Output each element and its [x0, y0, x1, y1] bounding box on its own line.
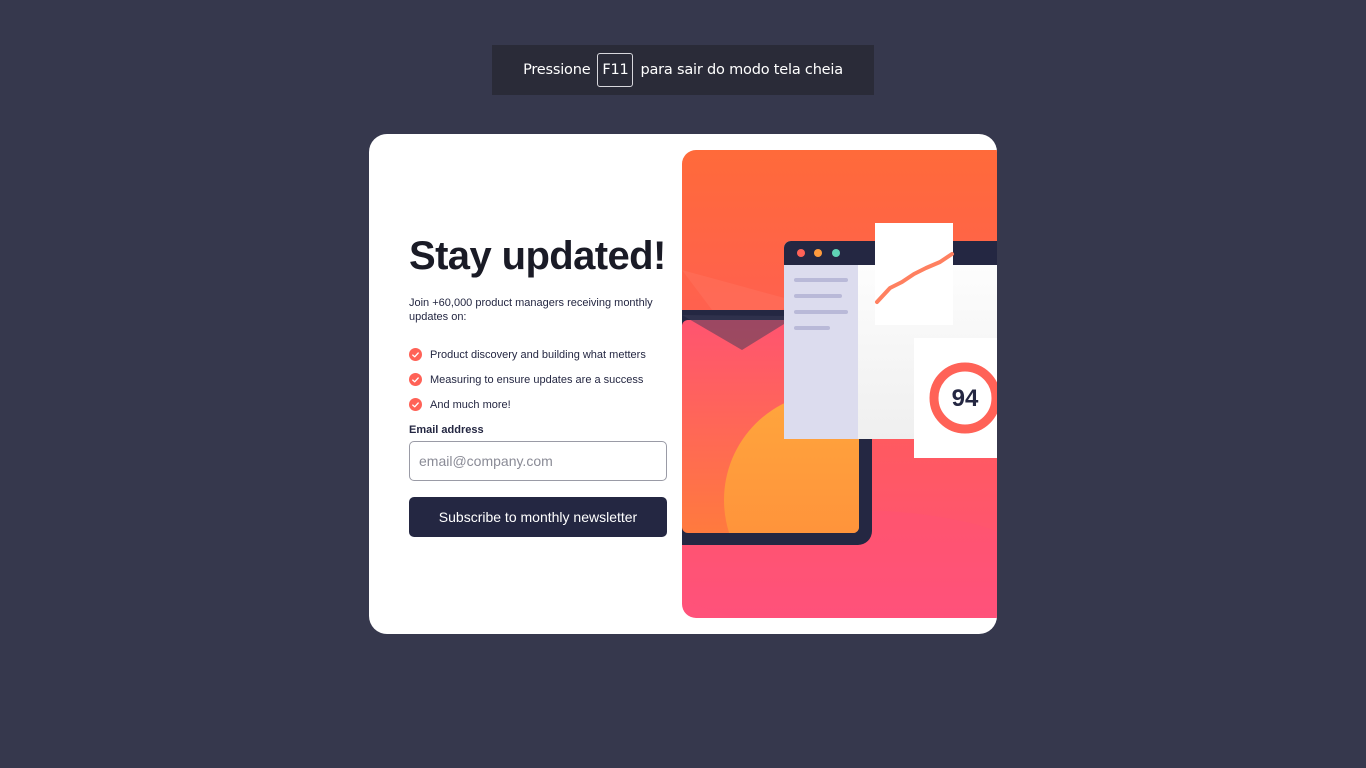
signup-form-section: Stay updated! Join +60,000 product manag…: [409, 234, 669, 537]
newsletter-card: Stay updated! Join +60,000 product manag…: [369, 134, 997, 634]
email-label: Email address: [409, 424, 484, 436]
dashboard-illustration: 94: [682, 223, 997, 618]
fullscreen-exit-hint: Pressione F11 para sair do modo tela che…: [492, 45, 874, 95]
check-icon: [409, 398, 422, 411]
intro-text: Join +60,000 product managers receiving …: [409, 297, 653, 323]
feature-text: And much more!: [430, 398, 511, 411]
green-dot-icon: [832, 249, 840, 257]
feature-text: Measuring to ensure updates are a succes…: [430, 373, 644, 386]
check-icon: [409, 348, 422, 361]
red-dot-icon: [797, 249, 805, 257]
hint-prefix: Pressione: [523, 62, 591, 78]
email-field[interactable]: [409, 441, 667, 481]
feature-text: Product discovery and building what mett…: [430, 348, 646, 361]
orange-dot-icon: [814, 249, 822, 257]
feature-list: Product discovery and building what mett…: [409, 342, 669, 417]
list-item: Product discovery and building what mett…: [409, 342, 669, 367]
list-item: And much more!: [409, 392, 669, 417]
check-icon: [409, 373, 422, 386]
score-value: 94: [952, 385, 979, 412]
page-title: Stay updated!: [409, 234, 666, 278]
chart-card-graphic: [875, 223, 954, 325]
list-item: Measuring to ensure updates are a succes…: [409, 367, 669, 392]
hint-suffix: para sair do modo tela cheia: [640, 62, 843, 78]
score-card-graphic: 94: [914, 338, 997, 458]
hero-illustration: 94: [682, 150, 997, 618]
f11-key: F11: [597, 53, 634, 87]
subscribe-button[interactable]: Subscribe to monthly newsletter: [409, 497, 667, 537]
